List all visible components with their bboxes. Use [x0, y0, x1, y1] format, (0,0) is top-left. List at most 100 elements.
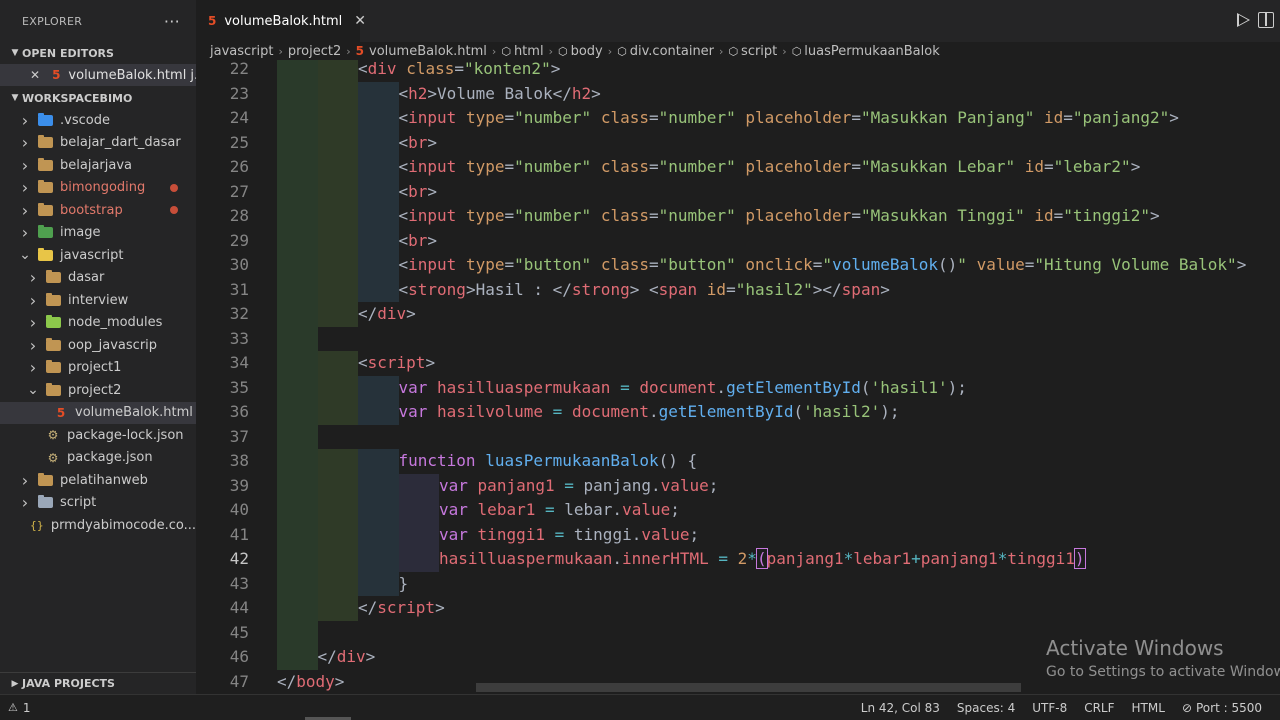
indent-guide: [317, 106, 358, 131]
tree-item[interactable]: ⚙ package.json: [0, 447, 196, 470]
tree-item[interactable]: › oop_javascrip: [0, 334, 196, 357]
more-actions-icon[interactable]: ···: [164, 12, 180, 31]
breadcrumb-item[interactable]: div.container: [630, 44, 714, 59]
code-line[interactable]: <br>: [399, 131, 438, 156]
status-live-server[interactable]: ⊘ Port : 5500: [1182, 701, 1262, 715]
code-line[interactable]: <input type="number" class="number" plac…: [399, 106, 1179, 131]
code-line[interactable]: <br>: [399, 229, 438, 254]
chevron-right-icon[interactable]: ›: [18, 223, 32, 242]
breadcrumb-item[interactable]: project2: [288, 44, 341, 59]
tree-item[interactable]: › belajar_dart_dasar: [0, 132, 196, 155]
horizontal-scrollbar[interactable]: [476, 683, 1021, 692]
chevron-down-icon[interactable]: ⌄: [26, 382, 40, 398]
tree-item[interactable]: ⌄ project2: [0, 379, 196, 402]
run-icon[interactable]: [1237, 13, 1250, 27]
workspace-header[interactable]: ▼ WORKSPACEBIMO: [0, 87, 196, 109]
code-line[interactable]: <input type="number" class="number" plac…: [399, 155, 1141, 180]
tree-item-label: prmdyabimocode.co...: [50, 517, 196, 533]
folder-icon: [38, 472, 53, 486]
code-line[interactable]: var tinggi1 = tinggi.value;: [439, 523, 699, 548]
chevron-down-icon[interactable]: ⌄: [18, 247, 32, 263]
indent-guide: [358, 106, 399, 131]
breadcrumb-item[interactable]: html: [514, 44, 544, 59]
line-number: 22: [229, 60, 249, 78]
split-editor-icon[interactable]: [1258, 12, 1274, 28]
indent-guide: [277, 277, 318, 302]
code-line[interactable]: </script>: [358, 596, 445, 621]
code-line[interactable]: var hasilluaspermukaan = document.getEle…: [399, 376, 967, 401]
code-line[interactable]: var panjang1 = panjang.value;: [439, 474, 718, 499]
code-line[interactable]: var hasilvolume = document.getElementByI…: [399, 400, 900, 425]
indent-guide: [317, 449, 358, 474]
tree-item[interactable]: › interview: [0, 289, 196, 312]
tree-item-label: volumeBalok.html: [75, 405, 193, 421]
line-number: 35: [229, 377, 249, 397]
code-line[interactable]: </div>: [358, 302, 416, 327]
code-line[interactable]: var lebar1 = lebar.value;: [439, 498, 680, 523]
tree-item[interactable]: › pelatihanweb: [0, 469, 196, 492]
modified-dot-icon: [170, 206, 178, 215]
chevron-right-icon[interactable]: ›: [18, 111, 32, 130]
tree-item[interactable]: › project1: [0, 357, 196, 380]
close-icon[interactable]: ✕: [30, 68, 40, 82]
tab-volumebalok[interactable]: 5 volumeBalok.html ✕: [196, 0, 366, 42]
chevron-right-icon[interactable]: ›: [18, 493, 32, 512]
tree-item[interactable]: › bimongoding: [0, 177, 196, 200]
code-line[interactable]: <strong>Hasil : </strong> <span id="hasi…: [399, 278, 890, 303]
indent-guide: [277, 253, 318, 278]
chevron-right-icon: ›: [782, 44, 787, 58]
tree-item-label: oop_javascrip: [68, 337, 158, 353]
symbol-cube-icon: ⬡: [617, 44, 627, 58]
code-line[interactable]: </body>: [277, 670, 344, 695]
tree-item[interactable]: 5 volumeBalok.html: [0, 401, 196, 424]
code-line[interactable]: hasilluaspermukaan.innerHTML = 2*(panjan…: [439, 547, 1086, 572]
code-line[interactable]: <br>: [399, 180, 438, 205]
line-number: 30: [229, 255, 249, 274]
code-editor[interactable]: 22 23 24 25 26 27 28 29 30 31 32 33 34 35 36 37 38 39 40 41…: [196, 60, 1280, 694]
chevron-right-icon[interactable]: ›: [18, 178, 32, 197]
chevron-right-icon[interactable]: ›: [26, 291, 40, 310]
code-line[interactable]: <script>: [358, 351, 435, 376]
chevron-right-icon[interactable]: ›: [26, 313, 40, 332]
chevron-right-icon[interactable]: ›: [18, 133, 32, 152]
tree-item[interactable]: › script: [0, 492, 196, 515]
close-icon[interactable]: ✕: [354, 13, 366, 29]
code-line[interactable]: }: [399, 572, 409, 597]
tree-item[interactable]: › .vscode: [0, 109, 196, 132]
tree-item[interactable]: {} prmdyabimocode.co...: [0, 514, 196, 537]
code-line[interactable]: </div>: [318, 645, 376, 670]
chevron-right-icon[interactable]: ›: [18, 201, 32, 220]
chevron-right-icon[interactable]: ›: [18, 156, 32, 175]
status-encoding[interactable]: UTF-8: [1032, 701, 1067, 715]
open-editors-header[interactable]: ▼ OPEN EDITORS: [0, 42, 196, 64]
java-projects-header[interactable]: ▶ JAVA PROJECTS: [0, 672, 196, 694]
code-line[interactable]: function luasPermukaanBalok() {: [399, 449, 698, 474]
breadcrumb-item[interactable]: script: [741, 44, 777, 59]
breadcrumb-item[interactable]: luasPermukaanBalok: [804, 44, 939, 59]
activate-windows-watermark: Activate Windows Go to Settings to activ…: [1046, 636, 1280, 680]
chevron-right-icon[interactable]: ›: [26, 268, 40, 287]
breadcrumb-item[interactable]: volumeBalok.html: [369, 44, 487, 59]
code-line[interactable]: <h2>Volume Balok</h2>: [399, 82, 601, 107]
breadcrumb-item[interactable]: body: [571, 44, 603, 59]
tree-item[interactable]: › dasar: [0, 267, 196, 290]
chevron-right-icon[interactable]: ›: [18, 471, 32, 490]
status-cursor-position[interactable]: Ln 42, Col 83: [861, 701, 940, 715]
status-indentation[interactable]: Spaces: 4: [957, 701, 1015, 715]
code-line[interactable]: <div class="konten2">: [358, 60, 560, 82]
open-editor-item[interactable]: ✕ 5 volumeBalok.html j...: [0, 64, 196, 86]
tree-item[interactable]: ⚙ package-lock.json: [0, 424, 196, 447]
tree-item[interactable]: ⌄ javascript: [0, 244, 196, 267]
tree-item[interactable]: › image: [0, 222, 196, 245]
tree-item[interactable]: › node_modules: [0, 312, 196, 335]
chevron-right-icon[interactable]: ›: [26, 336, 40, 355]
tree-item[interactable]: › belajarjava: [0, 154, 196, 177]
status-language[interactable]: HTML: [1132, 701, 1165, 715]
code-line[interactable]: <input type="number" class="number" plac…: [399, 204, 1160, 229]
status-problems[interactable]: ⚠ 1: [0, 701, 31, 715]
chevron-right-icon[interactable]: ›: [26, 358, 40, 377]
breadcrumb-item[interactable]: javascript: [210, 44, 273, 59]
tree-item[interactable]: › bootstrap: [0, 199, 196, 222]
status-eol[interactable]: CRLF: [1084, 701, 1114, 715]
code-line[interactable]: <input type="button" class="button" oncl…: [399, 253, 1247, 278]
